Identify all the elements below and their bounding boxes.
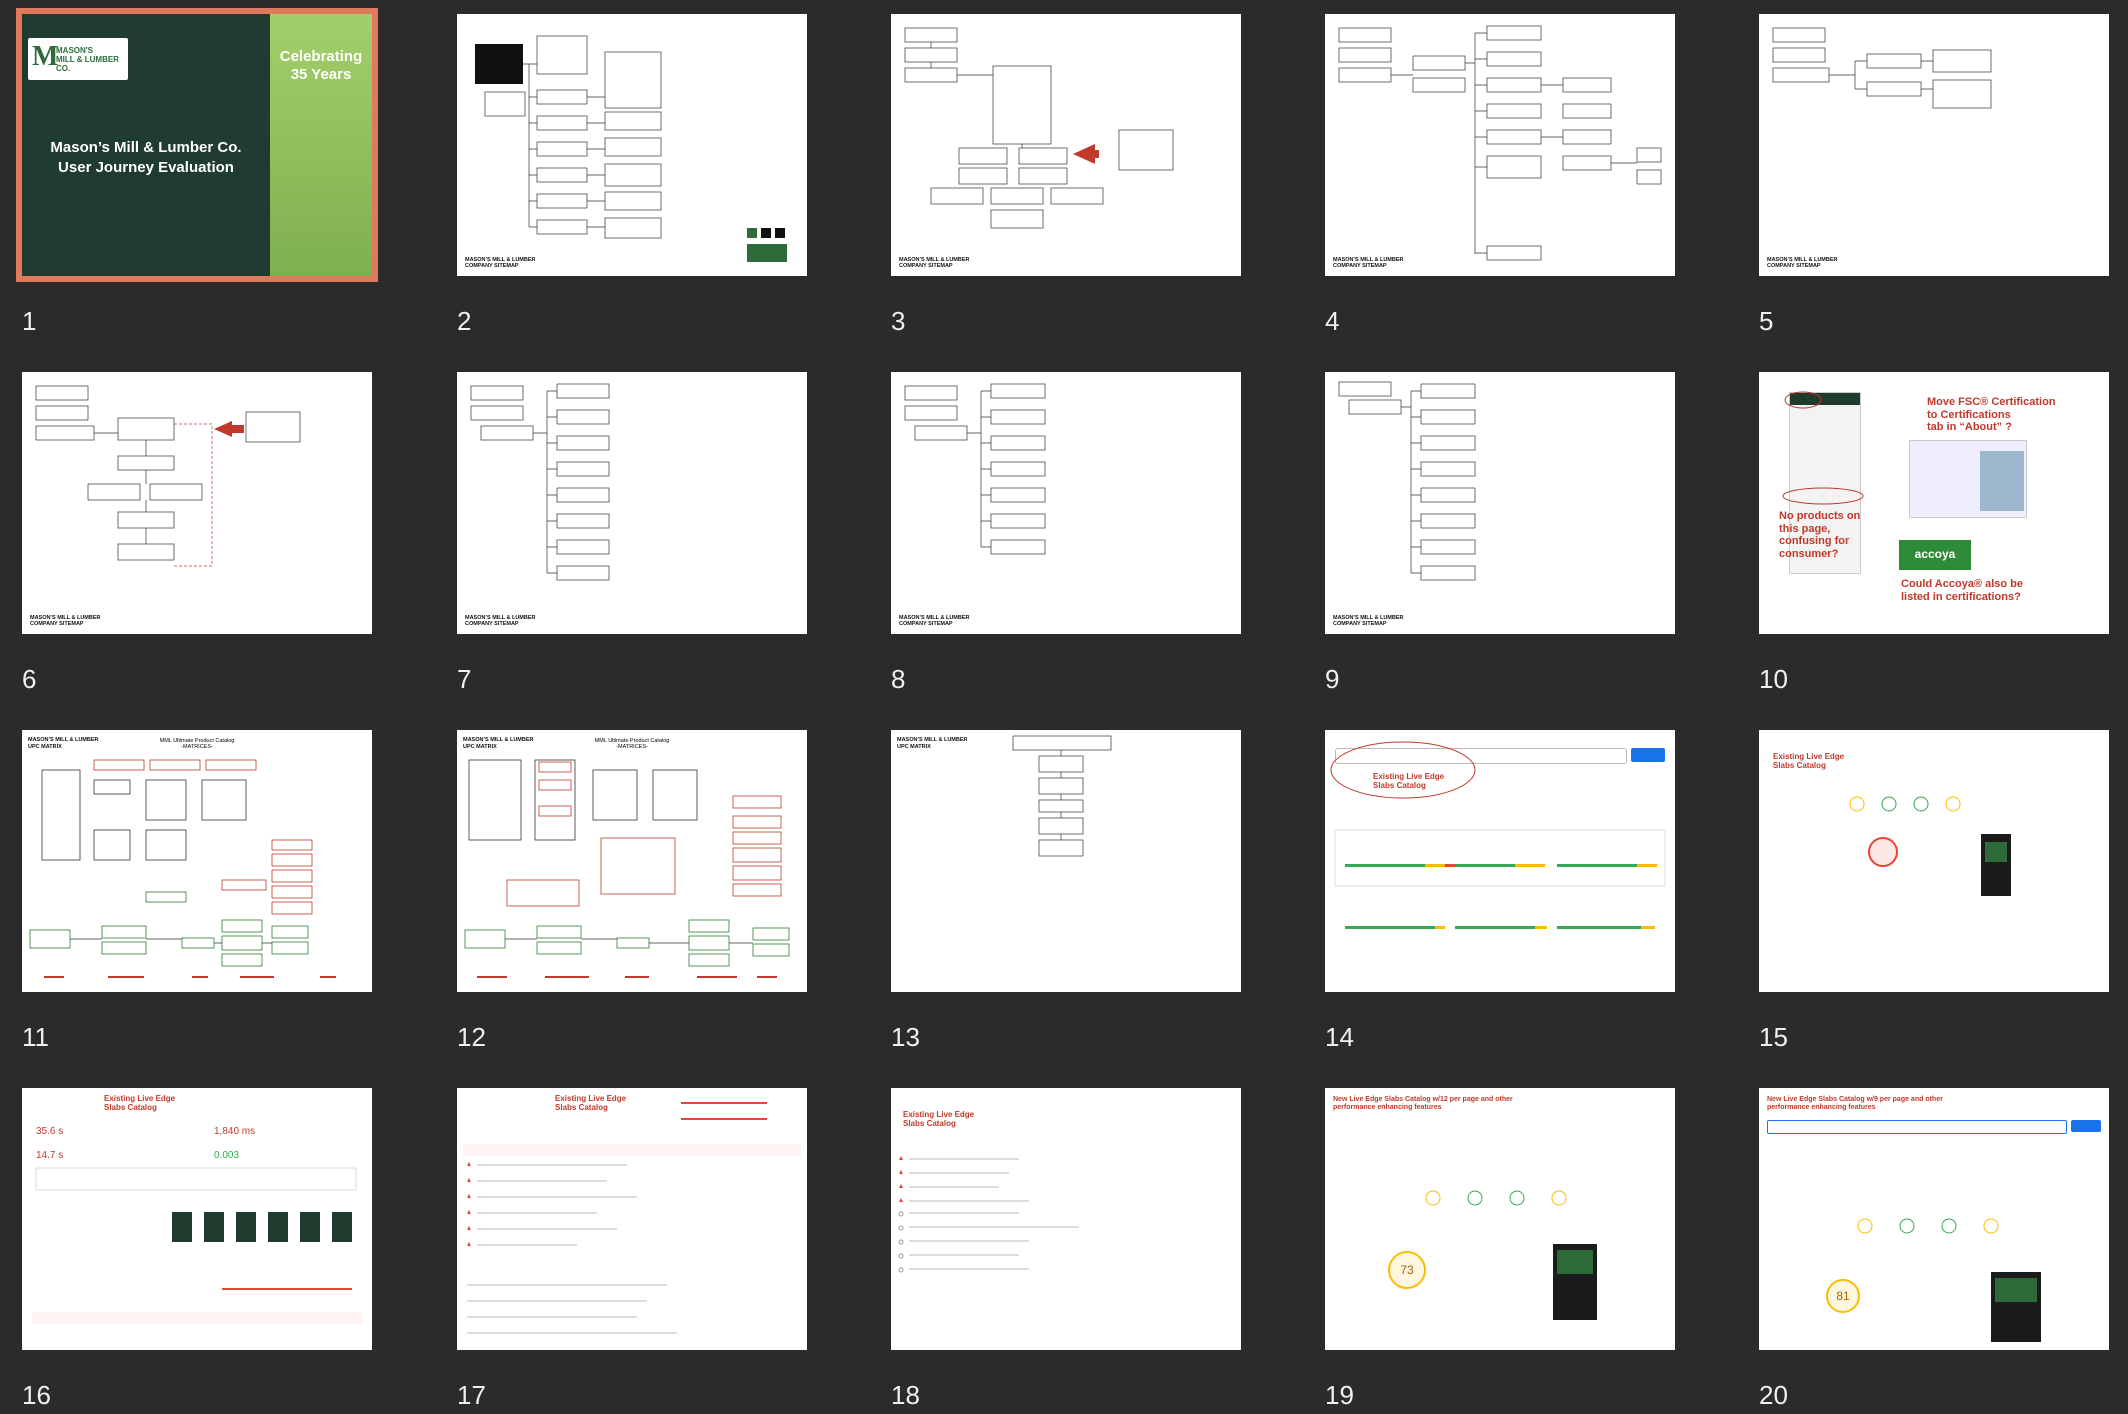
slide-number-10: 10 — [1759, 664, 1788, 694]
slide-3-sitemap-diagram — [904, 27, 1174, 229]
slide-7-preview[interactable]: MASON’S MILL & LUMBER COMPANY SITEMAP — [457, 372, 807, 634]
slide-6-footer: MASON’S MILL & LUMBER COMPANY SITEMAP — [30, 614, 101, 628]
slide-1-logo: M MASON'S MILL & LUMBER CO. — [28, 38, 128, 80]
slide-6-sitemap-diagram — [35, 385, 301, 567]
slide-1-title: Mason’s Mill & Lumber Co. User Journey E… — [50, 139, 242, 176]
slide-number-9: 9 — [1325, 664, 1340, 694]
slide-18-preview[interactable]: Existing Live Edge Slabs Catalog — [891, 1088, 1241, 1350]
slide-19-preview[interactable]: New Live Edge Slabs Catalog w/12 per pag… — [1325, 1088, 1675, 1350]
slide-4-sitemap-diagram — [1338, 25, 1662, 261]
slide-1-preview[interactable]: M MASON'S MILL & LUMBER CO. Mason’s Mill… — [16, 8, 378, 282]
slide-9-preview[interactable]: MASON’S MILL & LUMBER COMPANY SITEMAP — [1325, 372, 1675, 634]
slide-number-1: 1 — [22, 306, 37, 336]
slide-3-preview[interactable]: MASON’S MILL & LUMBER COMPANY SITEMAP — [891, 14, 1241, 276]
slide-number-16: 16 — [22, 1380, 51, 1410]
slide-8-sitemap-diagram — [904, 383, 1046, 555]
slide-17-opportunities — [463, 1102, 801, 1334]
slide-5-preview[interactable]: MASON’S MILL & LUMBER COMPANY SITEMAP — [1759, 14, 2109, 276]
slide-10-callout-lines — [1782, 391, 1864, 505]
slide-6-preview[interactable]: MASON’S MILL & LUMBER COMPANY SITEMAP — [22, 372, 372, 634]
slide-9-footer: MASON’S MILL & LUMBER COMPANY SITEMAP — [1333, 614, 1404, 628]
slide-19-report — [1388, 1190, 1597, 1320]
slide-4-footer: MASON’S MILL & LUMBER COMPANY SITEMAP — [1333, 256, 1404, 270]
slide-8-footer: MASON’S MILL & LUMBER COMPANY SITEMAP — [899, 614, 970, 628]
slide-3-footer: MASON’S MILL & LUMBER COMPANY SITEMAP — [899, 256, 970, 270]
slide-12-matrix-diagram — [464, 759, 790, 978]
slide-4-preview[interactable]: MASON’S MILL & LUMBER COMPANY SITEMAP — [1325, 14, 1675, 276]
slide-2-footer: MASON’S MILL & LUMBER COMPANY SITEMAP — [465, 256, 536, 270]
slide-number-13: 13 — [891, 1022, 920, 1052]
slide-15-report — [1849, 796, 2011, 896]
slide-20-score: 81 — [1836, 1289, 1850, 1303]
slide-16-filmstrip — [32, 1167, 362, 1324]
slide-number-3: 3 — [891, 306, 906, 336]
slide-16-preview[interactable]: Existing Live Edge Slabs Catalog 35.6 s … — [22, 1088, 372, 1350]
slide-10-preview[interactable]: Move FSC® Certification to Certification… — [1759, 372, 2109, 634]
slide-number-8: 8 — [891, 664, 906, 694]
slide-1-celebrate: Celebrating 35 Years — [279, 48, 363, 83]
slide-number-12: 12 — [457, 1022, 486, 1052]
slide-13-forms-diagram — [1012, 735, 1112, 857]
slide-20-preview[interactable]: New Live Edge Slabs Catalog w/9 per page… — [1759, 1088, 2109, 1350]
slide-7-sitemap-diagram — [470, 383, 610, 581]
slide-20-report — [1826, 1218, 2041, 1342]
slide-5-sitemap-diagram — [1772, 27, 1992, 109]
slide-13-preview[interactable]: MASON’S MILL & LUMBER UPC MATRIX — [891, 730, 1241, 992]
slide-14-report — [1330, 741, 1666, 929]
slide-5-footer: MASON’S MILL & LUMBER COMPANY SITEMAP — [1767, 256, 1838, 270]
slide-11-preview[interactable]: MASON’S MILL & LUMBER UPC MATRIX MML Ult… — [22, 730, 372, 992]
slide-17-preview[interactable]: Existing Live Edge Slabs Catalog — [457, 1088, 807, 1350]
slide-19-score: 73 — [1400, 1263, 1414, 1277]
slide-2-preview[interactable]: MASON’S MILL & LUMBER COMPANY SITEMAP — [457, 14, 807, 276]
slide-number-6: 6 — [22, 664, 37, 694]
slide-14-preview[interactable]: Existing Live Edge Slabs Catalog — [1325, 730, 1675, 992]
slide-number-15: 15 — [1759, 1022, 1788, 1052]
slide-11-matrix-diagram — [29, 759, 336, 978]
slide-number-2: 2 — [457, 306, 472, 336]
slide-number-19: 19 — [1325, 1380, 1354, 1410]
slide-12-preview[interactable]: MASON’S MILL & LUMBER UPC MATRIX MML Ult… — [457, 730, 807, 992]
slide-number-5: 5 — [1759, 306, 1774, 336]
slide-number-18: 18 — [891, 1380, 920, 1410]
slide-number-11: 11 — [22, 1022, 49, 1052]
slide-number-14: 14 — [1325, 1022, 1354, 1052]
slide-2-sitemap-diagram — [475, 35, 787, 262]
slide-7-footer: MASON’S MILL & LUMBER COMPANY SITEMAP — [465, 614, 536, 628]
slide-number-4: 4 — [1325, 306, 1340, 336]
slide-number-20: 20 — [1759, 1380, 1788, 1410]
slide-number-7: 7 — [457, 664, 472, 694]
slide-8-preview[interactable]: MASON’S MILL & LUMBER COMPANY SITEMAP — [891, 372, 1241, 634]
slide-9-sitemap-diagram — [1338, 381, 1476, 581]
slide-number-17: 17 — [457, 1380, 486, 1410]
slide-15-preview[interactable]: Existing Live Edge Slabs Catalog — [1759, 730, 2109, 992]
slide-18-diagnostics — [898, 1156, 1079, 1273]
